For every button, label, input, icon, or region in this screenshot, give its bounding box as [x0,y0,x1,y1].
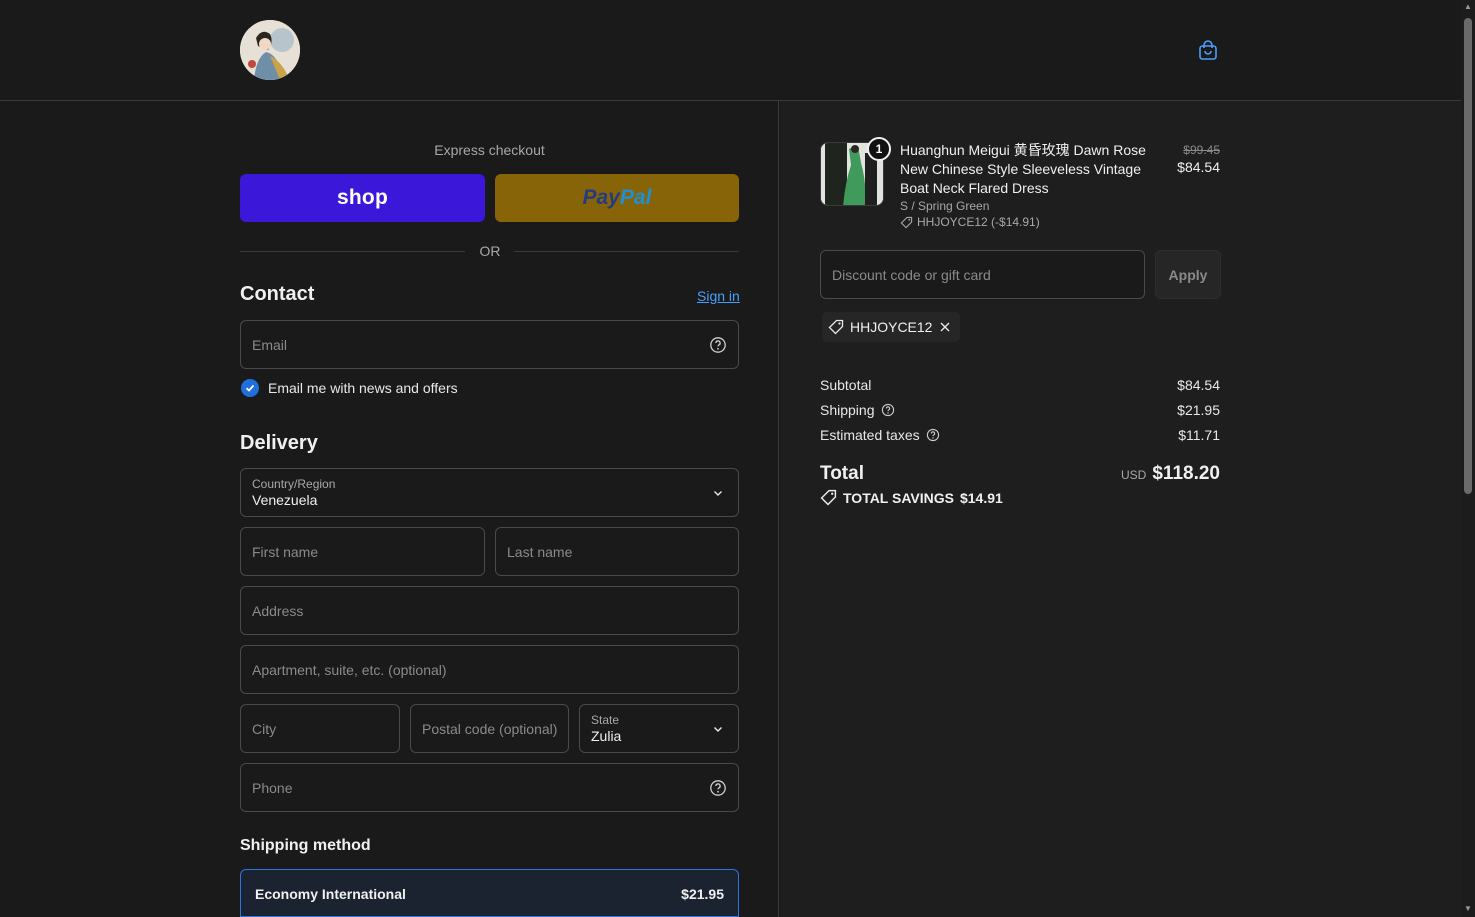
shop-pay-label: shop [337,186,388,209]
quantity-badge: 1 [867,137,891,161]
product-name: Huanghun Meigui 黄昏玫瑰 Dawn Rose New Chine… [900,142,1146,196]
page-scrollbar[interactable]: ▲ ▼ [1461,0,1475,917]
shipping-label: Shipping [820,402,895,418]
product-original-price: $99.45 [1183,143,1220,157]
scroll-down-icon[interactable]: ▼ [1464,905,1472,913]
paypal-label-part2: Pal [619,186,652,209]
country-label: Country/Region [252,477,336,491]
city-placeholder: City [252,720,277,737]
shop-pay-button[interactable]: shop [240,174,485,222]
country-select[interactable]: Country/Region Venezuela [240,468,739,517]
first-name-placeholder: First name [252,543,319,560]
applied-discount-code: HHJOYCE12 [850,319,933,335]
shopping-bag-icon[interactable] [1196,38,1220,62]
help-icon[interactable] [881,403,895,417]
total-value: USD $118.20 [1121,463,1220,485]
shipping-method-heading: Shipping method [240,837,371,854]
delivery-heading: Delivery [240,432,318,454]
total-amount: $118.20 [1152,463,1220,484]
order-summary-panel [780,101,1461,917]
apply-button[interactable]: Apply [1155,250,1221,299]
total-savings: TOTAL SAVINGS $14.91 [820,489,1003,506]
phone-placeholder: Phone [252,779,293,796]
taxes-text: Estimated taxes [820,427,920,443]
savings-value: $14.91 [959,489,1003,506]
product-discount: HHJOYCE12 (-$14.91) [900,215,1040,229]
sign-in-link[interactable]: Sign in [697,288,740,304]
state-value: Zulia [591,728,622,744]
city-field[interactable]: City [240,704,400,753]
shipping-option-name: Economy International [255,886,406,902]
apartment-placeholder: Apartment, suite, etc. (optional) [252,661,447,678]
last-name-field[interactable]: Last name [495,527,739,576]
product-price: $84.54 [1177,159,1220,175]
state-select[interactable]: State Zulia [579,704,739,753]
tag-icon [828,319,844,335]
discount-code-placeholder: Discount code or gift card [832,266,991,283]
newsletter-checkbox[interactable] [241,379,259,397]
apartment-field[interactable]: Apartment, suite, etc. (optional) [240,645,739,694]
first-name-field[interactable]: First name [240,527,485,576]
postal-code-placeholder: Postal code (optional) [422,720,558,737]
chevron-down-icon [714,726,722,732]
shipping-value: $21.95 [1177,402,1220,418]
help-icon[interactable] [926,428,940,442]
currency-code: USD [1121,468,1147,482]
paypal-label-part1: Pay [582,186,620,209]
tag-icon [820,489,837,506]
taxes-value: $11.71 [1178,427,1220,443]
postal-code-field[interactable]: Postal code (optional) [410,704,569,753]
subtotal-text: Subtotal [820,377,872,393]
shipping-option[interactable]: Economy International $21.95 [240,869,739,917]
phone-field[interactable]: Phone [240,763,739,812]
product-variant: S / Spring Green [900,199,990,213]
email-field[interactable]: Email [240,320,739,369]
paypal-button[interactable]: Pay Pal [495,174,739,222]
address-placeholder: Address [252,602,304,619]
express-checkout-title: Express checkout [434,142,545,158]
last-name-placeholder: Last name [507,543,573,560]
store-logo[interactable] [240,20,300,80]
scrollbar-thumb[interactable] [1464,18,1472,494]
taxes-label: Estimated taxes [820,427,940,443]
state-label: State [591,713,620,727]
newsletter-label: Email me with news and offers [268,380,458,396]
email-placeholder: Email [252,336,288,353]
contact-heading: Contact [240,283,315,305]
subtotal-value: $84.54 [1177,377,1220,393]
applied-discount-chip: HHJOYCE12 [822,312,961,342]
divider [240,251,465,252]
subtotal-label: Subtotal [820,377,871,393]
discount-code-field[interactable]: Discount code or gift card [820,250,1145,299]
scroll-up-icon[interactable]: ▲ [1464,3,1472,11]
tag-icon [900,216,913,228]
shipping-text: Shipping [820,402,875,418]
total-label: Total [820,463,864,484]
help-icon[interactable] [709,779,727,797]
close-icon[interactable] [938,320,952,334]
or-label: OR [479,243,501,259]
header [0,0,1461,101]
address-field[interactable]: Address [240,586,739,635]
checkmark-icon [245,384,255,392]
divider [514,251,739,252]
shipping-option-price: $21.95 [681,886,724,902]
country-value: Venezuela [252,492,318,508]
chevron-down-icon [714,490,722,496]
help-icon[interactable] [709,336,727,354]
savings-label: TOTAL SAVINGS [843,489,954,506]
product-discount-text: HHJOYCE12 (-$14.91) [917,215,1040,229]
